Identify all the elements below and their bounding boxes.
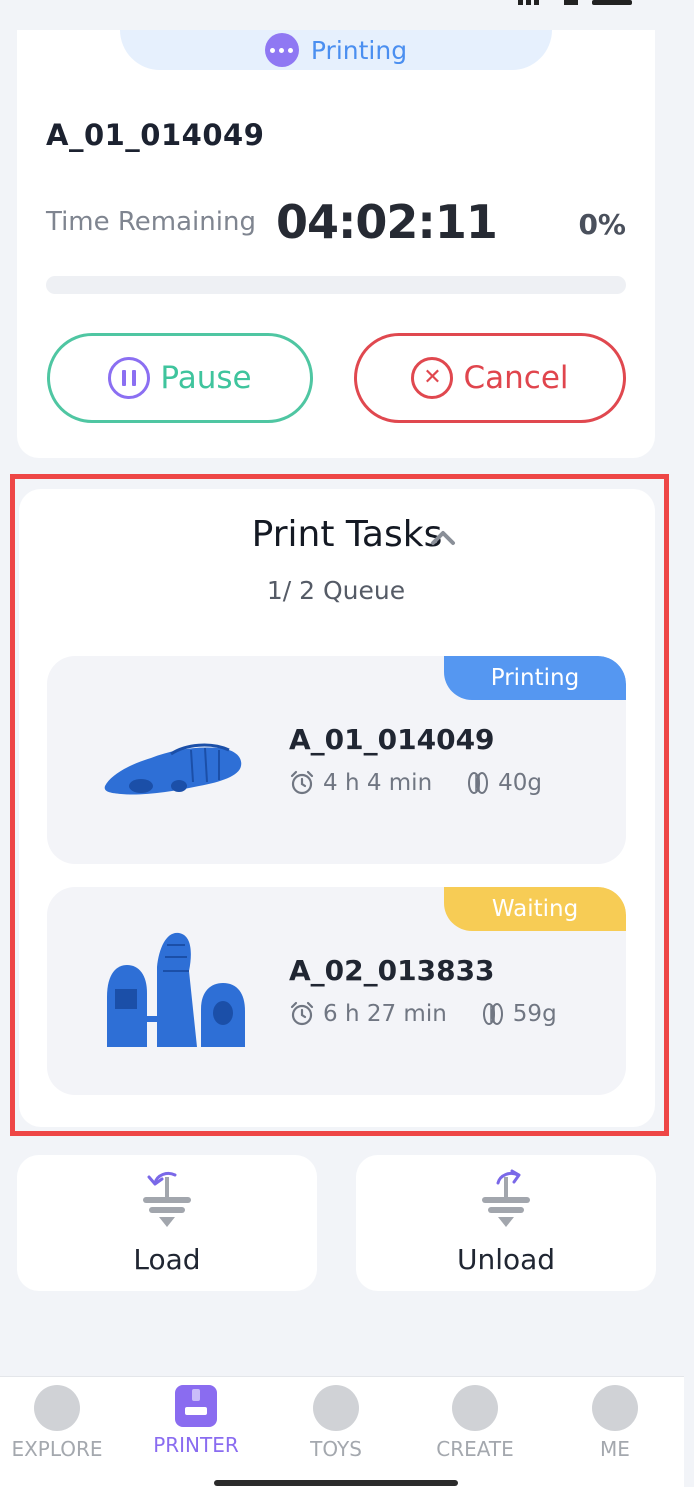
time-remaining-value: 04:02:11 — [276, 195, 498, 249]
nav-label: TOYS — [310, 1437, 362, 1461]
time-remaining-label: Time Remaining — [46, 207, 256, 237]
chevron-up-icon[interactable] — [430, 528, 456, 546]
task-weight: 59g — [512, 1001, 557, 1027]
task-name: A_02_013833 — [289, 954, 495, 987]
unload-filament-icon — [482, 1169, 530, 1227]
task-meta: 6 h 27 min 59g — [289, 1001, 557, 1027]
alarm-clock-icon — [290, 770, 314, 795]
nav-label: CREATE — [436, 1437, 514, 1461]
printer-icon — [175, 1385, 217, 1427]
nav-item-create[interactable]: CREATE — [415, 1385, 535, 1461]
cancel-label: Cancel — [463, 360, 569, 396]
nav-label: PRINTER — [153, 1433, 239, 1457]
home-indicator — [214, 1480, 458, 1486]
filament-spool-icon — [482, 1003, 503, 1025]
teddy-bear-icon — [313, 1385, 359, 1431]
cancel-button[interactable]: ✕ Cancel — [354, 333, 626, 423]
printing-status-tab: Printing — [120, 30, 552, 70]
smiley-face-icon — [592, 1385, 638, 1431]
task-duration: 6 h 27 min — [323, 1001, 447, 1027]
unload-label: Unload — [456, 1243, 556, 1276]
alarm-clock-icon — [290, 1001, 314, 1026]
load-filament-button[interactable]: Load — [17, 1155, 317, 1291]
planet-icon — [34, 1385, 80, 1431]
queue-count: 1/ 2 Queue — [266, 576, 406, 605]
bottom-navigation: EXPLORE PRINTER TOYS CREATE ME — [0, 1376, 684, 1487]
nav-label: ME — [600, 1437, 630, 1461]
progress-bar — [46, 276, 626, 294]
task-duration: 4 h 4 min — [323, 770, 433, 796]
status-bar-icons — [518, 0, 632, 5]
nav-item-me[interactable]: ME — [555, 1385, 675, 1461]
task-card[interactable]: Waiting A_02_013833 6 h 27 min 59g — [47, 887, 626, 1095]
more-dots-icon — [264, 33, 299, 67]
model-thumbnail-icon — [104, 743, 242, 795]
unload-filament-button[interactable]: Unload — [356, 1155, 656, 1291]
nav-item-toys[interactable]: TOYS — [276, 1385, 396, 1461]
job-file-name: A_01_014049 — [46, 118, 265, 152]
print-tasks-title-text: Print Tasks — [251, 514, 443, 555]
pause-label: Pause — [160, 360, 252, 396]
nav-item-printer[interactable]: PRINTER — [136, 1385, 256, 1457]
lightbulb-icon — [452, 1385, 498, 1431]
filament-spool-icon — [468, 772, 489, 794]
task-name: A_01_014049 — [289, 723, 495, 756]
progress-percent: 0% — [578, 208, 626, 241]
task-meta: 4 h 4 min 40g — [289, 770, 542, 796]
model-thumbnail-icon — [107, 932, 245, 1047]
print-tasks-title[interactable]: Print Tasks — [0, 514, 694, 555]
task-card[interactable]: Printing A_01_014049 4 h 4 min 40g — [47, 656, 626, 864]
pause-button[interactable]: Pause — [47, 333, 313, 423]
task-weight: 40g — [498, 770, 543, 796]
task-status-badge: Printing — [444, 656, 626, 700]
close-icon: ✕ — [411, 357, 454, 399]
load-label: Load — [133, 1243, 201, 1276]
task-status-badge: Waiting — [444, 887, 626, 931]
nav-item-explore[interactable]: EXPLORE — [0, 1385, 117, 1461]
status-label: Printing — [310, 35, 408, 65]
nav-label: EXPLORE — [11, 1437, 103, 1461]
pause-icon — [108, 357, 151, 399]
load-filament-icon — [143, 1171, 191, 1227]
